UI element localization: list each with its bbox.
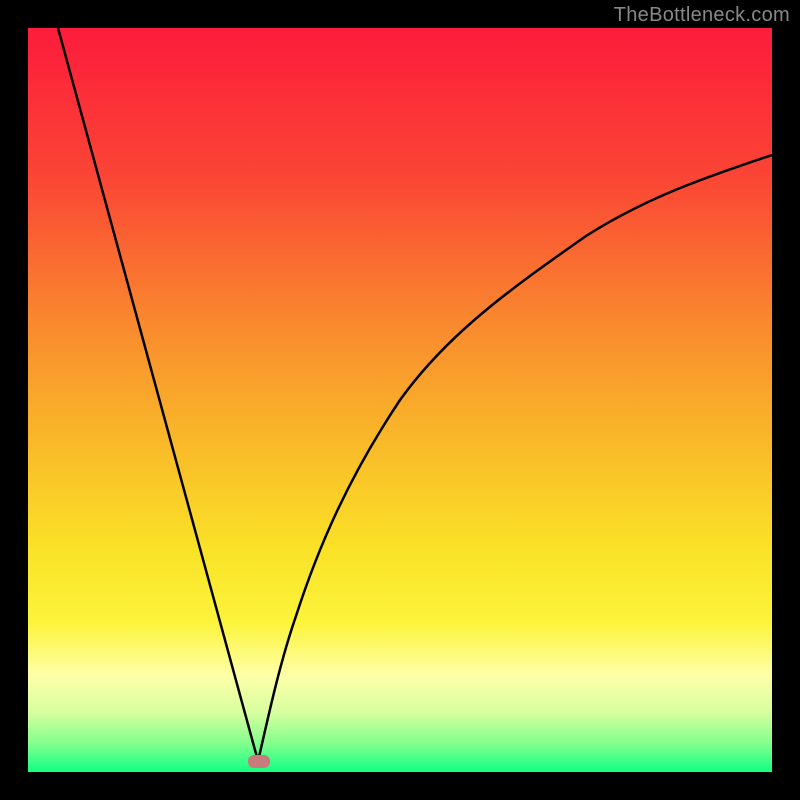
bottleneck-curve: [28, 28, 772, 772]
watermark-text: TheBottleneck.com: [614, 4, 790, 27]
minimum-marker: [248, 755, 270, 768]
plot-area: [28, 28, 772, 772]
curve-right-branch: [258, 155, 772, 761]
curve-left-branch: [58, 28, 258, 761]
